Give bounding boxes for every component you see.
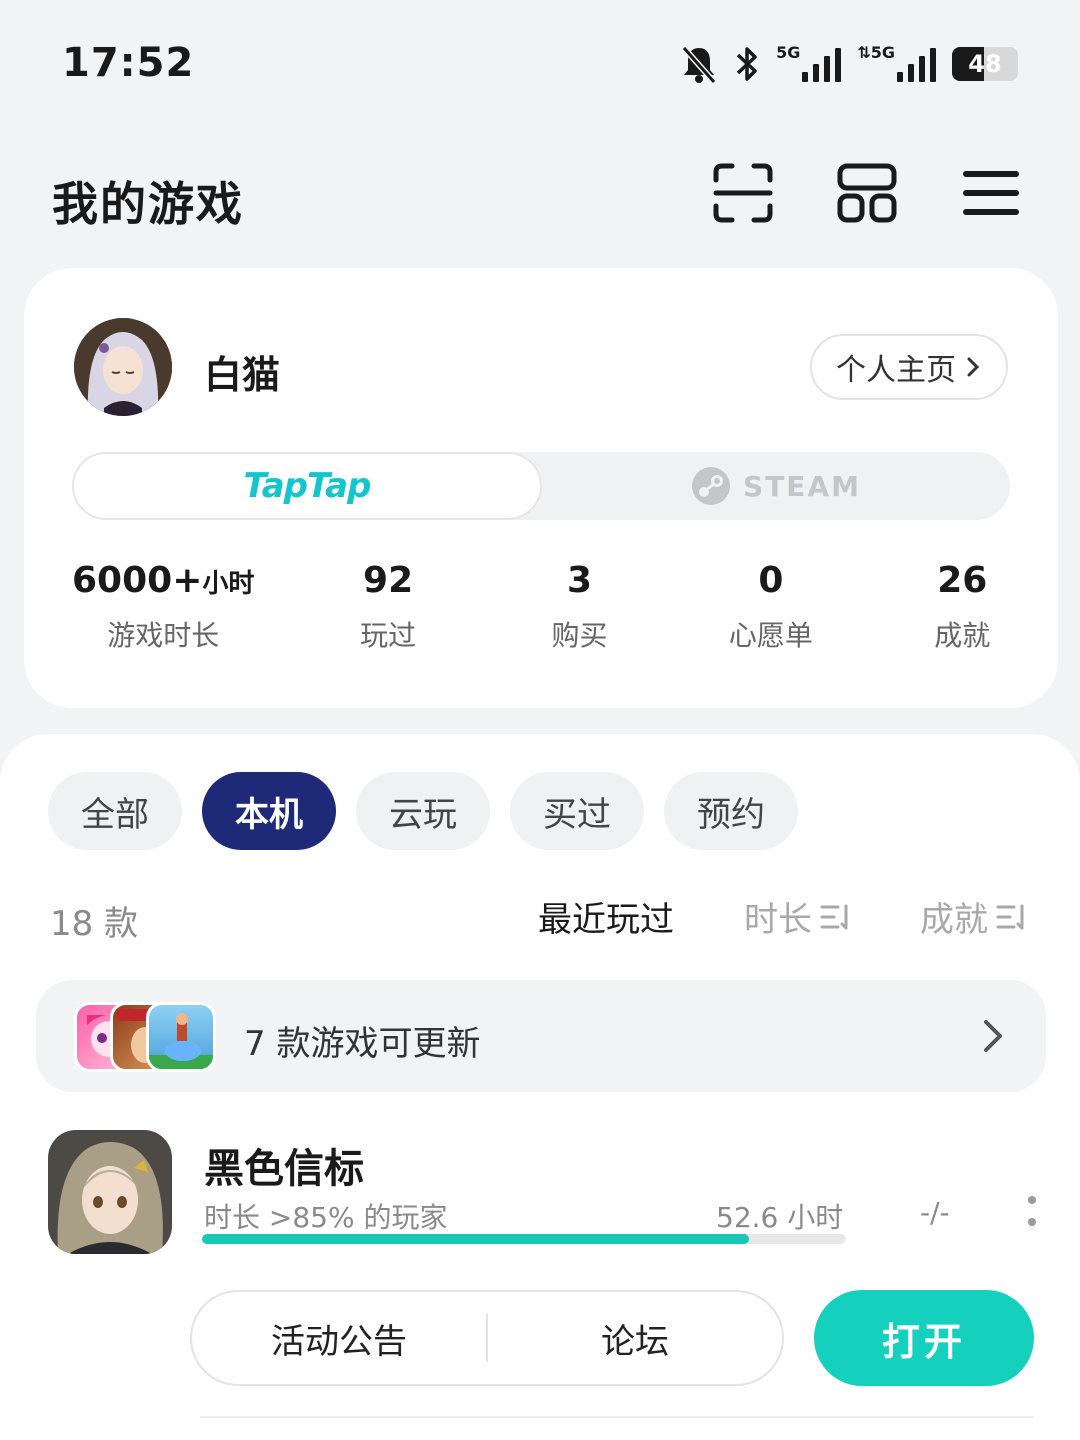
playtime-progress-fill [202,1234,750,1244]
stat-label: 玩过 [360,619,417,652]
chevron-right-icon [967,357,980,377]
battery-icon: 48 [952,42,1018,86]
stat-value: 0 [758,560,784,601]
sort-achievements[interactable]: 成就 [920,892,1026,941]
stat-value: 3 [566,560,593,601]
profile-home-label: 个人主页 [836,353,956,388]
filter-chip-bought[interactable]: 买过 [510,772,644,850]
game-count: 18 款 [50,904,139,944]
sort-icon [996,904,1024,929]
sort-recent[interactable]: 最近玩过 [538,892,674,941]
sort-icon [820,904,848,929]
stat-played[interactable]: 92 玩过 [292,558,483,654]
net-label-2: ⇅5G [857,42,895,62]
battery-level: 48 [968,50,1002,78]
bluetooth-icon [734,42,760,86]
sort-playtime[interactable]: 时长 [744,892,850,941]
stat-label: 心愿单 [728,619,813,652]
stats-row: 6000+小时 游戏时长 92 玩过 3 购买 0 心愿单 26 成就 [24,558,1058,654]
stat-value: 92 [363,560,414,601]
forum-button[interactable]: 论坛 [488,1314,782,1363]
menu-icon[interactable] [960,162,1022,224]
status-bar: 17:52 5G ⇅5G 48 [0,0,1080,130]
stat-playtime[interactable]: 6000+小时 游戏时长 [24,558,292,654]
stat-label: 成就 [934,619,991,652]
game-action-group: 活动公告 论坛 [190,1290,784,1386]
update-banner[interactable]: 7 款游戏可更新 [36,980,1046,1092]
signal-icon: 5G [776,42,842,86]
game-name[interactable]: 黑色信标 [204,1136,364,1194]
stat-value: 26 [937,560,988,601]
stat-value: 6000+ [72,560,203,601]
tab-taptap[interactable]: TapTap [72,452,542,520]
sort-label: 时长 [744,900,812,940]
stat-wishlist[interactable]: 0 心愿单 [675,558,866,654]
signal-icon: ⇅5G [857,42,936,86]
tab-steam-label: STEAM [743,469,861,503]
playtime-progress-bar [202,1234,846,1244]
username: 白猫 [204,353,281,397]
chevron-right-icon [984,1020,1002,1052]
avatar[interactable] [74,318,172,416]
status-icons: 5G ⇅5G 48 [680,42,1018,86]
game-achievements: -/- [920,1196,950,1229]
update-text: 7 款游戏可更新 [244,1024,481,1064]
platform-switch: TapTap STEAM [72,452,1010,520]
more-options-icon[interactable] [1024,1196,1040,1226]
steam-logo-icon [692,467,731,505]
announcements-button[interactable]: 活动公告 [192,1314,486,1363]
divider [200,1416,1034,1418]
filter-chip-reserved[interactable]: 预约 [664,772,798,850]
sort-label: 最近玩过 [538,900,674,940]
grid-icon[interactable] [836,162,898,224]
game-list-panel: 全部 本机 云玩 买过 预约 18 款 最近玩过 时长 成就 7 款游戏可更新 … [0,734,1080,1440]
tab-steam[interactable]: STEAM [542,452,1010,520]
filter-chip-cloud[interactable]: 云玩 [356,772,490,850]
profile-home-button[interactable]: 个人主页 [810,334,1008,400]
open-game-button[interactable]: 打开 [814,1290,1034,1386]
filter-chips: 全部 本机 云玩 买过 预约 [48,772,798,850]
page-title: 我的游戏 [52,177,244,231]
sort-options: 最近玩过 时长 成就 [538,892,1026,941]
game-rank-text: 时长 >85% 的玩家 [204,1201,448,1234]
game-thumb-icon [146,1002,216,1072]
profile-card: 白猫 个人主页 TapTap STEAM 6000+小时 游戏时长 92 玩过 [24,268,1058,708]
game-row: 黑色信标 时长 >85% 的玩家 52.6 小时 -/- 活动公告 论坛 打开 [0,1130,1080,1420]
header-actions [712,162,1022,224]
game-icon[interactable] [48,1130,172,1254]
stat-unit: 小时 [202,569,255,599]
stat-achievements[interactable]: 26 成就 [867,558,1058,654]
update-game-icons [74,1002,224,1072]
filter-chip-local[interactable]: 本机 [202,772,336,850]
stat-purchased[interactable]: 3 购买 [484,558,675,654]
scan-icon[interactable] [712,162,774,224]
stat-label: 购买 [551,619,608,652]
filter-chip-all[interactable]: 全部 [48,772,182,850]
stat-label: 游戏时长 [107,619,220,652]
bell-muted-icon [680,42,718,86]
game-hours: 52.6 小时 [716,1201,844,1234]
status-time: 17:52 [62,40,195,86]
net-label-1: 5G [776,42,801,62]
sort-label: 成就 [920,900,988,940]
